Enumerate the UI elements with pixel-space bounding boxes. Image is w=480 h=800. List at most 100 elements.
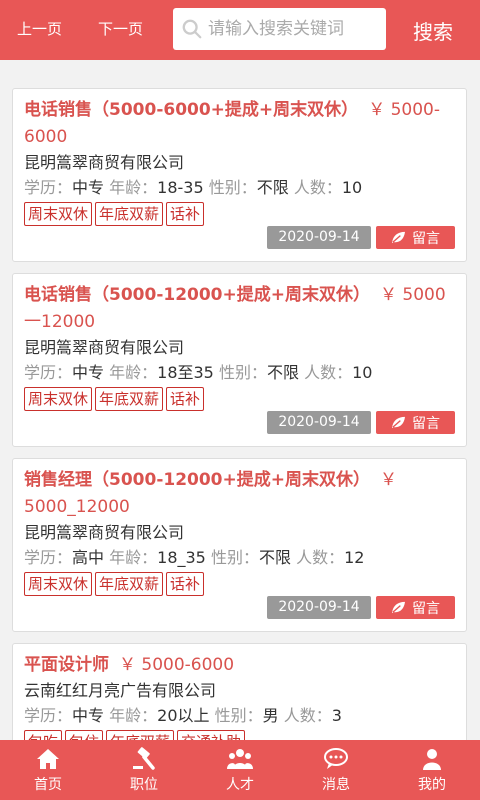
count-value: 3 [331, 706, 342, 725]
bottom-tab-bar: 首页 职位 人才 消息 我的 [0, 740, 480, 800]
job-card[interactable]: 电话销售（5000-6000+提成+周末双休） ￥ 5000-6000 昆明篙翠商… [12, 88, 467, 262]
benefit-tag: 交通补助 [177, 730, 246, 740]
count-label: 人数： [304, 363, 353, 382]
education-label: 学历： [24, 706, 73, 725]
benefit-tag: 年底双薪 [95, 572, 164, 596]
job-title: 销售经理（5000-12000+提成+周末双休） [24, 470, 371, 490]
tab-talent[interactable]: 人才 [192, 740, 288, 800]
education-value: 中专 [72, 363, 105, 382]
gender-label: 性别： [214, 706, 263, 725]
benefit-tag: 周末双休 [24, 572, 93, 596]
job-meta: 学历：中专 年龄：18至35 性别：不限 人数：10 [24, 360, 455, 386]
benefit-tag: 周末双休 [24, 387, 93, 411]
gender-value: 不限 [256, 178, 289, 197]
tab-label: 我的 [418, 776, 446, 793]
search-button[interactable]: 搜索 [413, 16, 453, 45]
education-value: 中专 [72, 706, 105, 725]
job-title: 电话销售（5000-6000+提成+周末双休） [24, 100, 359, 120]
job-meta: 学历：中专 年龄：18-35 性别：不限 人数：10 [24, 175, 455, 201]
age-value: 20以上 [157, 706, 210, 725]
age-label: 年龄： [109, 363, 158, 382]
tab-label: 消息 [322, 776, 350, 793]
tab-label: 首页 [34, 776, 62, 793]
benefit-tag: 年底双薪 [95, 387, 164, 411]
search-icon [182, 19, 202, 39]
next-page-button[interactable]: 下一页 [98, 18, 143, 39]
tab-label: 人才 [226, 776, 254, 793]
tab-home[interactable]: 首页 [0, 740, 96, 800]
gender-label: 性别： [208, 178, 257, 197]
education-label: 学历： [24, 548, 73, 567]
users-icon [227, 748, 253, 769]
tab-me[interactable]: 我的 [384, 740, 480, 800]
company-name: 昆明篙翠商贸有限公司 [24, 153, 185, 172]
job-salary: ￥ 5000-6000 [119, 655, 235, 675]
tag-list: 周末双休 年底双薪 话补 [24, 572, 455, 596]
date-badge: 2020-09-14 [267, 411, 371, 434]
search-input[interactable] [208, 19, 386, 39]
age-label: 年龄： [109, 706, 158, 725]
age-value: 18_35 [157, 548, 206, 567]
message-button[interactable]: 留言 [376, 411, 455, 434]
date-badge: 2020-09-14 [267, 596, 371, 619]
benefit-tag: 包吃 [24, 730, 63, 740]
message-label: 留言 [412, 415, 440, 432]
education-value: 中专 [72, 178, 105, 197]
job-meta: 学历：中专 年龄：20以上 性别：男 人数：3 [24, 703, 455, 729]
job-title-row: 平面设计师 ￥ 5000-6000 [24, 652, 455, 679]
company-name: 昆明篙翠商贸有限公司 [24, 338, 185, 357]
search-box[interactable] [173, 8, 386, 50]
tag-list: 周末双休 年底双薪 话补 [24, 202, 455, 226]
count-label: 人数： [293, 178, 342, 197]
benefit-tag: 年底双薪 [106, 730, 175, 740]
gavel-icon [133, 746, 155, 770]
job-list: 电话销售（5000-6000+提成+周末双休） ￥ 5000-6000 昆明篙翠商… [0, 60, 480, 740]
company-name: 云南红红月亮广告有限公司 [24, 681, 217, 700]
leaf-icon [392, 231, 405, 244]
job-title: 平面设计师 [24, 655, 109, 675]
benefit-tag: 周末双休 [24, 202, 93, 226]
gender-value: 男 [262, 706, 279, 725]
prev-page-button[interactable]: 上一页 [17, 18, 62, 39]
count-value: 12 [344, 548, 365, 567]
tab-label: 职位 [130, 776, 158, 793]
gender-label: 性别： [210, 548, 259, 567]
count-label: 人数： [296, 548, 345, 567]
leaf-icon [392, 416, 405, 429]
job-card[interactable]: 电话销售（5000-12000+提成+周末双休） ￥ 5000一12000 昆明篙… [12, 273, 467, 447]
message-label: 留言 [412, 230, 440, 247]
benefit-tag: 话补 [166, 202, 205, 226]
job-card[interactable]: 平面设计师 ￥ 5000-6000 云南红红月亮广告有限公司 学历：中专 年龄：2… [12, 643, 467, 740]
gender-value: 不限 [266, 363, 299, 382]
education-label: 学历： [24, 363, 73, 382]
benefit-tag: 包住 [65, 730, 104, 740]
message-button[interactable]: 留言 [376, 226, 455, 249]
tab-messages[interactable]: 消息 [288, 740, 384, 800]
job-title-row: 销售经理（5000-12000+提成+周末双休） ￥ 5000_12000 [24, 467, 455, 521]
job-meta: 学历：高中 年龄：18_35 性别：不限 人数：12 [24, 545, 455, 571]
benefit-tag: 话补 [166, 572, 205, 596]
count-label: 人数： [283, 706, 332, 725]
message-button[interactable]: 留言 [376, 596, 455, 619]
count-value: 10 [352, 363, 373, 382]
gender-value: 不限 [258, 548, 291, 567]
age-value: 18-35 [157, 178, 204, 197]
home-icon [37, 748, 59, 769]
benefit-tag: 年底双薪 [95, 202, 164, 226]
job-card[interactable]: 销售经理（5000-12000+提成+周末双休） ￥ 5000_12000 昆明篙… [12, 458, 467, 632]
tag-list: 包吃 包住 年底双薪 交通补助 [24, 730, 455, 740]
age-label: 年龄： [109, 548, 158, 567]
chat-icon [324, 747, 348, 769]
job-title: 电话销售（5000-12000+提成+周末双休） [24, 285, 371, 305]
age-label: 年龄： [109, 178, 158, 197]
job-title-row: 电话销售（5000-12000+提成+周末双休） ￥ 5000一12000 [24, 282, 455, 336]
education-value: 高中 [72, 548, 105, 567]
date-badge: 2020-09-14 [267, 226, 371, 249]
gender-label: 性别： [218, 363, 267, 382]
top-bar: 上一页 下一页 搜索 [0, 0, 480, 60]
tag-list: 周末双休 年底双薪 话补 [24, 387, 455, 411]
tab-jobs[interactable]: 职位 [96, 740, 192, 800]
count-value: 10 [341, 178, 363, 197]
education-label: 学历： [24, 178, 73, 197]
company-name: 昆明篙翠商贸有限公司 [24, 523, 185, 542]
